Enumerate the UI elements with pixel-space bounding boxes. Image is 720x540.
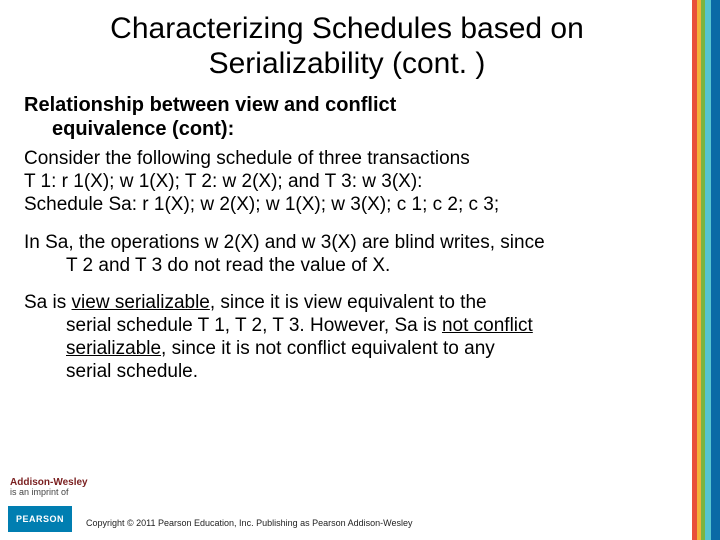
underline-serializable: serializable: [66, 338, 161, 359]
publisher-tag: is an imprint of: [10, 488, 88, 498]
blind-writes-block: In Sa, the operations w 2(X) and w 3(X) …: [24, 231, 670, 277]
subhead-line2: equivalence (cont):: [24, 117, 670, 141]
decorative-stripes: [692, 0, 720, 540]
text-frag: serial schedule T 1, T 2, T 3. However, …: [66, 315, 442, 336]
underline-not-conflict: not conflict: [442, 315, 533, 336]
schedule-block: Consider the following schedule of three…: [24, 147, 670, 217]
text-line: serial schedule T 1, T 2, T 3. However, …: [24, 314, 670, 337]
subheading: Relationship between view and conflict e…: [24, 93, 670, 141]
text-frag: , since it is not conflict equivalent to…: [161, 338, 495, 359]
underline-view-serializable: view serializable: [72, 292, 210, 313]
text-frag: Sa is: [24, 292, 72, 313]
conclusion-block: Sa is view serializable, since it is vie…: [24, 291, 670, 384]
slide-title: Characterizing Schedules based on Serial…: [24, 12, 670, 81]
text-line: Consider the following schedule of three…: [24, 148, 470, 169]
text-line: serializable, since it is not conflict e…: [24, 337, 670, 360]
copyright-text: Copyright © 2011 Pearson Education, Inc.…: [86, 518, 413, 528]
pearson-logo: PEARSON: [8, 506, 72, 532]
slide: Characterizing Schedules based on Serial…: [0, 0, 720, 540]
text-line: In Sa, the operations w 2(X) and w 3(X) …: [24, 232, 545, 253]
text-line: Schedule Sa: r 1(X); w 2(X); w 1(X); w 3…: [24, 194, 499, 215]
subhead-line1: Relationship between view and conflict: [24, 94, 396, 116]
text-line: T 1: r 1(X); w 1(X); T 2: w 2(X); and T …: [24, 171, 422, 192]
publisher-mark: Addison-Wesley is an imprint of: [10, 477, 88, 498]
text-frag: , since it is view equivalent to the: [210, 292, 487, 313]
text-line: serial schedule.: [24, 360, 670, 383]
text-line: T 2 and T 3 do not read the value of X.: [24, 254, 670, 277]
